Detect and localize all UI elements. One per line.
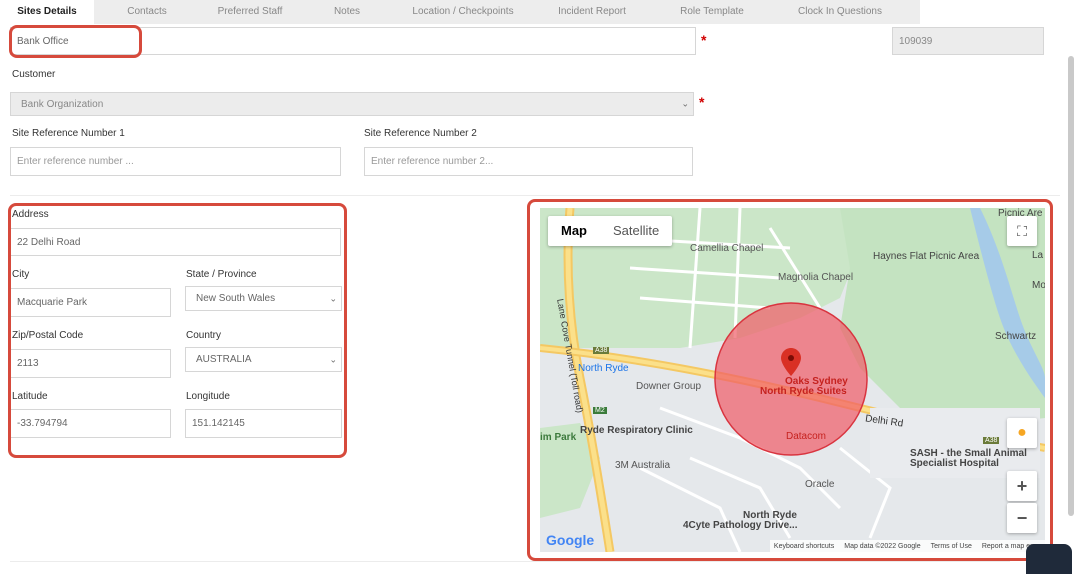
tab-clock-in-questions[interactable]: Clock In Questions xyxy=(772,0,908,24)
ref2-input[interactable]: Enter reference number 2... xyxy=(364,147,693,176)
ref1-input[interactable]: Enter reference number ... xyxy=(10,147,341,176)
site-id-field: 109039 xyxy=(892,27,1044,55)
tab-sites-details[interactable]: Sites Details xyxy=(0,0,94,24)
highlight-address xyxy=(8,203,347,458)
divider xyxy=(10,561,1010,562)
tab-location-checkpoints[interactable]: Location / Checkpoints xyxy=(394,0,532,24)
customer-select[interactable]: Bank Organization ⌄ xyxy=(10,92,694,116)
tab-preferred-staff[interactable]: Preferred Staff xyxy=(200,0,300,24)
tab-bar: Sites Details Contacts Preferred Staff N… xyxy=(0,0,920,24)
tab-notes[interactable]: Notes xyxy=(300,0,394,24)
customer-label: Customer xyxy=(12,69,56,80)
chevron-down-icon: ⌄ xyxy=(681,98,689,109)
customer-value: Bank Organization xyxy=(21,98,104,110)
tab-role-template[interactable]: Role Template xyxy=(652,0,772,24)
divider xyxy=(10,195,1060,196)
chat-widget-icon[interactable] xyxy=(1026,544,1072,574)
required-marker: * xyxy=(701,32,707,48)
required-marker: * xyxy=(699,94,705,110)
highlight-site-name xyxy=(9,25,142,58)
ref1-label: Site Reference Number 1 xyxy=(12,128,125,139)
tab-contacts[interactable]: Contacts xyxy=(94,0,200,24)
highlight-map xyxy=(527,199,1053,561)
scrollbar[interactable] xyxy=(1068,56,1074,516)
ref2-label: Site Reference Number 2 xyxy=(364,128,477,139)
tab-incident-report[interactable]: Incident Report xyxy=(532,0,652,24)
